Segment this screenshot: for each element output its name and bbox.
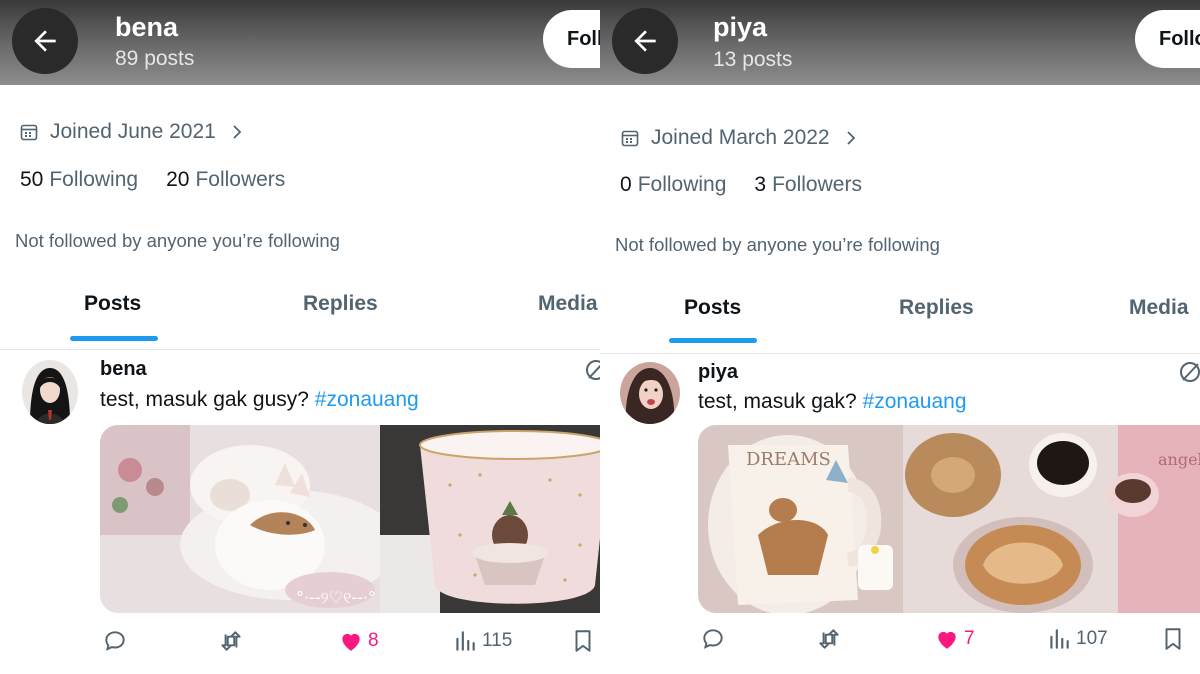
like-button[interactable]: 7	[934, 626, 975, 652]
profile-header: piya 13 posts Follo	[600, 0, 1200, 85]
followers-stat[interactable]: 20 Followers	[166, 168, 285, 192]
svg-text:DREAMS: DREAMS	[746, 449, 831, 470]
post-body: test, masuk gak gusy?	[100, 388, 315, 411]
calendar-icon	[20, 124, 38, 141]
views-button[interactable]: 107	[1046, 626, 1108, 652]
tab-media[interactable]: Media	[538, 292, 598, 316]
post-author[interactable]: bena	[100, 358, 147, 381]
post-actions: 7 107	[698, 626, 1198, 666]
like-button[interactable]: 8	[338, 628, 379, 654]
repost-button[interactable]	[218, 628, 244, 654]
following-count: 0	[620, 173, 632, 196]
view-count: 107	[1076, 628, 1108, 649]
follow-stats: 50 Following 20 Followers	[20, 168, 313, 192]
bookmark-icon	[1165, 628, 1181, 650]
bookmark-button[interactable]	[570, 628, 596, 654]
tab-posts[interactable]: Posts	[684, 296, 741, 320]
views-button[interactable]: 115	[452, 628, 512, 654]
followers-label: Followers	[772, 173, 862, 196]
reply-button[interactable]	[700, 626, 726, 652]
post-author[interactable]: piya	[698, 361, 738, 384]
reply-icon	[703, 629, 723, 649]
joined-text: Joined March 2022	[651, 126, 830, 149]
back-arrow-icon	[34, 30, 56, 52]
follow-button[interactable]: Foll	[543, 10, 600, 68]
header-name: bena	[115, 12, 179, 42]
media-image-mug[interactable]: DREAMS	[698, 425, 903, 613]
grok-icon[interactable]	[1178, 360, 1200, 384]
follow-stats: 0 Following 3 Followers	[620, 173, 890, 197]
repost-button[interactable]	[816, 626, 842, 652]
following-stat[interactable]: 0 Following	[620, 173, 726, 197]
followers-stat[interactable]: 3 Followers	[754, 173, 862, 197]
grok-icon[interactable]	[584, 358, 600, 382]
following-label: Following	[637, 173, 727, 196]
profile-panel-bena: bena 89 posts Foll Joined June 2021 50 F…	[0, 0, 600, 674]
tab-posts[interactable]: Posts	[84, 292, 141, 316]
post-text: test, masuk gak gusy? #zonauang	[100, 388, 419, 412]
followers-label: Followers	[195, 168, 286, 191]
views-icon	[1050, 629, 1069, 649]
bookmark-button[interactable]	[1160, 626, 1186, 652]
views-icon	[456, 631, 475, 651]
not-followed-note: Not followed by anyone you’re following	[15, 230, 340, 251]
not-followed-note: Not followed by anyone you’re following	[615, 234, 940, 255]
media-image-cats[interactable]: °·--୨♡୧--·°	[100, 425, 380, 613]
profile-tabs: Posts Replies Media	[600, 284, 1200, 354]
profile-header: bena 89 posts Foll	[0, 0, 600, 85]
profile-panel-piya: piya 13 posts Follo Joined March 2022 0 …	[600, 0, 1200, 674]
post-media[interactable]: °·--୨♡୧--·°	[100, 425, 600, 613]
following-label: Following	[49, 168, 139, 191]
heart-icon	[342, 633, 360, 651]
reply-button[interactable]	[102, 628, 128, 654]
media-image-pastries[interactable]: angel	[903, 425, 1200, 613]
back-button[interactable]	[612, 8, 678, 74]
chevron-right-icon	[233, 125, 242, 139]
heart-icon	[938, 631, 956, 649]
bookmark-icon	[575, 630, 591, 652]
like-count: 7	[964, 628, 975, 649]
profile-tabs: Posts Replies Media	[0, 280, 600, 350]
post-hashtag[interactable]: #zonauang	[863, 390, 967, 413]
back-button[interactable]	[12, 8, 78, 74]
post-media[interactable]: DREAMS angel	[698, 425, 1200, 613]
follow-button[interactable]: Follo	[1135, 10, 1200, 68]
view-count: 115	[482, 630, 513, 651]
joined-text: Joined June 2021	[50, 120, 216, 143]
followers-count: 3	[754, 173, 767, 196]
tab-media[interactable]: Media	[1129, 296, 1189, 320]
header-name: piya	[713, 12, 768, 42]
post-hashtag[interactable]: #zonauang	[315, 388, 419, 411]
joined-date[interactable]: Joined March 2022	[621, 126, 858, 150]
joined-date[interactable]: Joined June 2021	[20, 120, 244, 144]
reply-icon	[105, 631, 125, 651]
tab-replies[interactable]: Replies	[303, 292, 378, 316]
following-count: 50	[20, 168, 44, 191]
post-text: test, masuk gak? #zonauang	[698, 390, 967, 414]
active-tab-indicator	[70, 336, 158, 341]
calendar-icon	[621, 130, 639, 147]
header-post-count: 89 posts	[115, 47, 195, 70]
followers-count: 20	[166, 168, 190, 191]
active-tab-indicator	[669, 338, 757, 343]
svg-text:°·--୨♡୧--·°: °·--୨♡୧--·°	[296, 588, 376, 607]
repost-icon	[819, 629, 839, 649]
avatar[interactable]	[22, 360, 78, 424]
chevron-right-icon	[846, 131, 855, 145]
svg-text:angel: angel	[1158, 450, 1200, 469]
post-actions: 8 115	[100, 628, 600, 668]
media-image-cup[interactable]	[380, 425, 600, 613]
post-body: test, masuk gak?	[698, 390, 863, 413]
following-stat[interactable]: 50 Following	[20, 168, 138, 192]
tab-replies[interactable]: Replies	[899, 296, 974, 320]
back-arrow-icon	[634, 30, 656, 52]
avatar[interactable]	[620, 362, 680, 424]
repost-icon	[221, 631, 241, 651]
header-post-count: 13 posts	[713, 48, 793, 71]
like-count: 8	[368, 630, 379, 651]
